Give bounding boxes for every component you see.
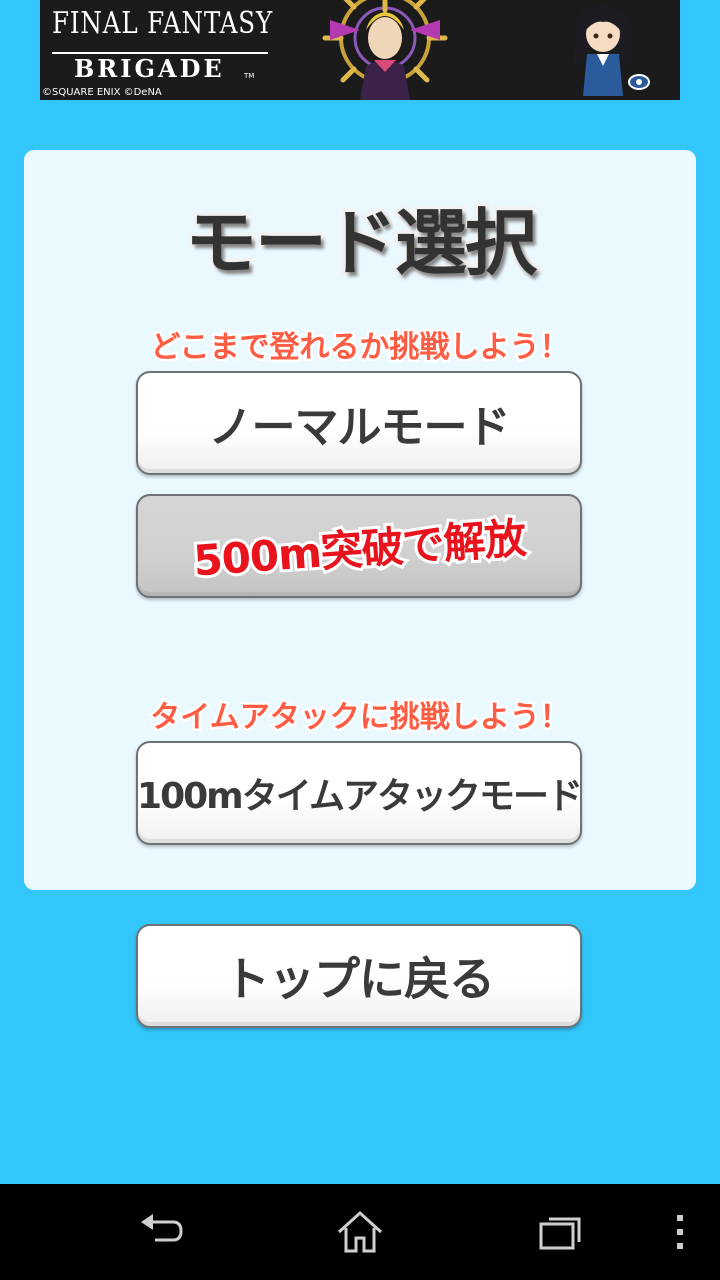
system-navigation-bar [0, 1184, 720, 1280]
normal-mode-button[interactable]: ノーマルモード [136, 371, 582, 475]
mode-select-title: モード選択 [181, 198, 540, 289]
ad-trademark: TM [244, 72, 255, 80]
time-attack-mode-button-label: 100mタイムアタックモード [137, 776, 583, 817]
ad-logo-title: FINAL FANTASY [52, 6, 274, 41]
nav-overflow-menu-button[interactable] [648, 1200, 712, 1264]
nav-home-button[interactable] [328, 1200, 392, 1264]
locked-mode-button: 500m突破で解放 [136, 494, 582, 598]
home-icon [337, 1210, 383, 1253]
normal-mode-caption: どこまで登れるか挑戦しよう！ [148, 328, 572, 368]
ad-banner[interactable]: FINAL FANTASY BRIGADE TM ©SQUARE ENIX ©D… [40, 0, 680, 100]
back-to-top-button[interactable]: トップに戻る [136, 924, 582, 1028]
ad-character-emblem-art [322, 0, 448, 100]
overflow-menu-icon [677, 1215, 683, 1249]
nav-recent-apps-button[interactable] [528, 1200, 592, 1264]
recent-apps-icon [539, 1217, 581, 1250]
back-icon [141, 1214, 183, 1242]
time-attack-caption: タイムアタックに挑戦しよう！ [148, 698, 572, 738]
nav-back-button[interactable] [128, 1200, 192, 1264]
back-to-top-button-label: トップに戻る [224, 952, 495, 1006]
ad-chibi-character-art [573, 6, 650, 96]
ad-logo-subtitle: BRIGADE [74, 54, 225, 83]
locked-mode-button-label: 500m突破で解放 [189, 510, 530, 588]
time-attack-mode-button[interactable]: 100mタイムアタックモード [136, 741, 583, 845]
normal-mode-button-label: ノーマルモード [208, 402, 511, 453]
ad-copyright: ©SQUARE ENIX ©DeNA [42, 87, 162, 98]
